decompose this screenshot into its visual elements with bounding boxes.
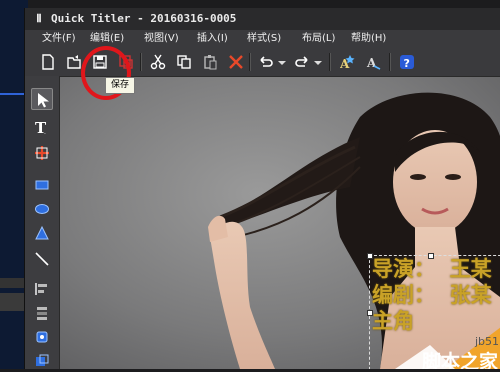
delete-x-icon [229,55,243,69]
undo-dropdown[interactable] [277,51,287,73]
line-icon [35,252,49,266]
rectangle-tool[interactable] [31,174,53,196]
undo-button[interactable] [255,51,277,73]
menu-help[interactable]: 帮助(H) [351,30,386,48]
title-bar: Ⅱ Quick Titler - 20160316-0005 [25,8,500,30]
style-text-icon: A [340,55,355,70]
text-tool[interactable]: T. [31,116,53,138]
tool-palette: T. [25,76,60,369]
help-button[interactable]: ? [396,51,418,73]
distribute-tool[interactable] [31,302,53,324]
menu-view[interactable]: 视图(V) [144,30,179,48]
svg-text:A: A [366,56,377,70]
app-icon: Ⅱ [36,12,42,25]
distribute-icon [37,307,47,320]
menu-file[interactable]: 文件(F) [42,30,76,48]
toolbar-separator [389,53,391,71]
rectangle-icon [35,180,49,190]
align-icon [35,283,47,295]
window-title: Quick Titler - 20160316-0005 [51,12,237,25]
text-effect-icon: A [366,56,381,70]
toolbar-separator [140,53,142,71]
paste-button[interactable] [199,51,221,73]
quick-titler-window: Ⅱ Quick Titler - 20160316-0005 文件(F) 编辑(… [24,8,500,369]
align-tool[interactable] [31,278,53,300]
redo-dropdown[interactable] [313,51,323,73]
triangle-tool[interactable] [31,222,53,244]
new-document-icon [42,54,54,70]
menu-bar: 文件(F) 编辑(E) 视图(V) 插入(I) 样式(S) 布局(L) 帮助(H… [25,30,500,48]
cut-button[interactable] [147,51,169,73]
menu-style[interactable]: 样式(S) [247,30,281,48]
text-t-icon: T. [35,119,47,135]
new-button[interactable] [37,51,59,73]
title-canvas[interactable]: 导演： 王某 编剧： 张某 主角 jb51.net 脚本之家 [60,77,500,369]
help-icon: ? [400,55,414,70]
copy-button[interactable] [173,51,195,73]
toolbar-separator [329,53,331,71]
redo-icon [295,56,308,67]
undo-icon [260,56,273,67]
center-tool[interactable] [31,326,53,348]
paste-icon [204,55,217,70]
ellipse-icon [35,204,49,214]
svg-text:?: ? [404,57,410,70]
save-tooltip: 保存 [105,77,135,94]
delete-button[interactable] [225,51,247,73]
line-tool[interactable] [31,248,53,270]
svg-text:.: . [44,129,46,135]
watermark-site-name: 脚本之家 [422,351,499,369]
open-icon [67,55,81,69]
scissors-icon [150,54,166,70]
ellipse-tool[interactable] [31,198,53,220]
redo-button[interactable] [291,51,313,73]
copy-icon [177,55,191,69]
text-effect-button[interactable]: A [363,51,385,73]
chevron-down-icon [314,61,322,65]
selection-tool[interactable] [31,88,53,110]
credit-line-director[interactable]: 导演： 王某 [372,256,492,282]
menu-insert[interactable]: 插入(I) [197,30,228,48]
arrow-cursor-icon [38,93,49,108]
triangle-icon [35,225,49,240]
menu-layout[interactable]: 布局(L) [302,30,335,48]
center-icon [36,331,48,343]
style-button[interactable]: A [337,51,359,73]
chevron-down-icon [278,61,286,65]
credit-line-writer[interactable]: 编剧： 张某 [372,282,492,308]
crosshair-icon [35,146,49,160]
roll-crawl-tool[interactable] [31,142,53,164]
arrange-icon [36,354,49,366]
toolbar-separator [249,53,251,71]
